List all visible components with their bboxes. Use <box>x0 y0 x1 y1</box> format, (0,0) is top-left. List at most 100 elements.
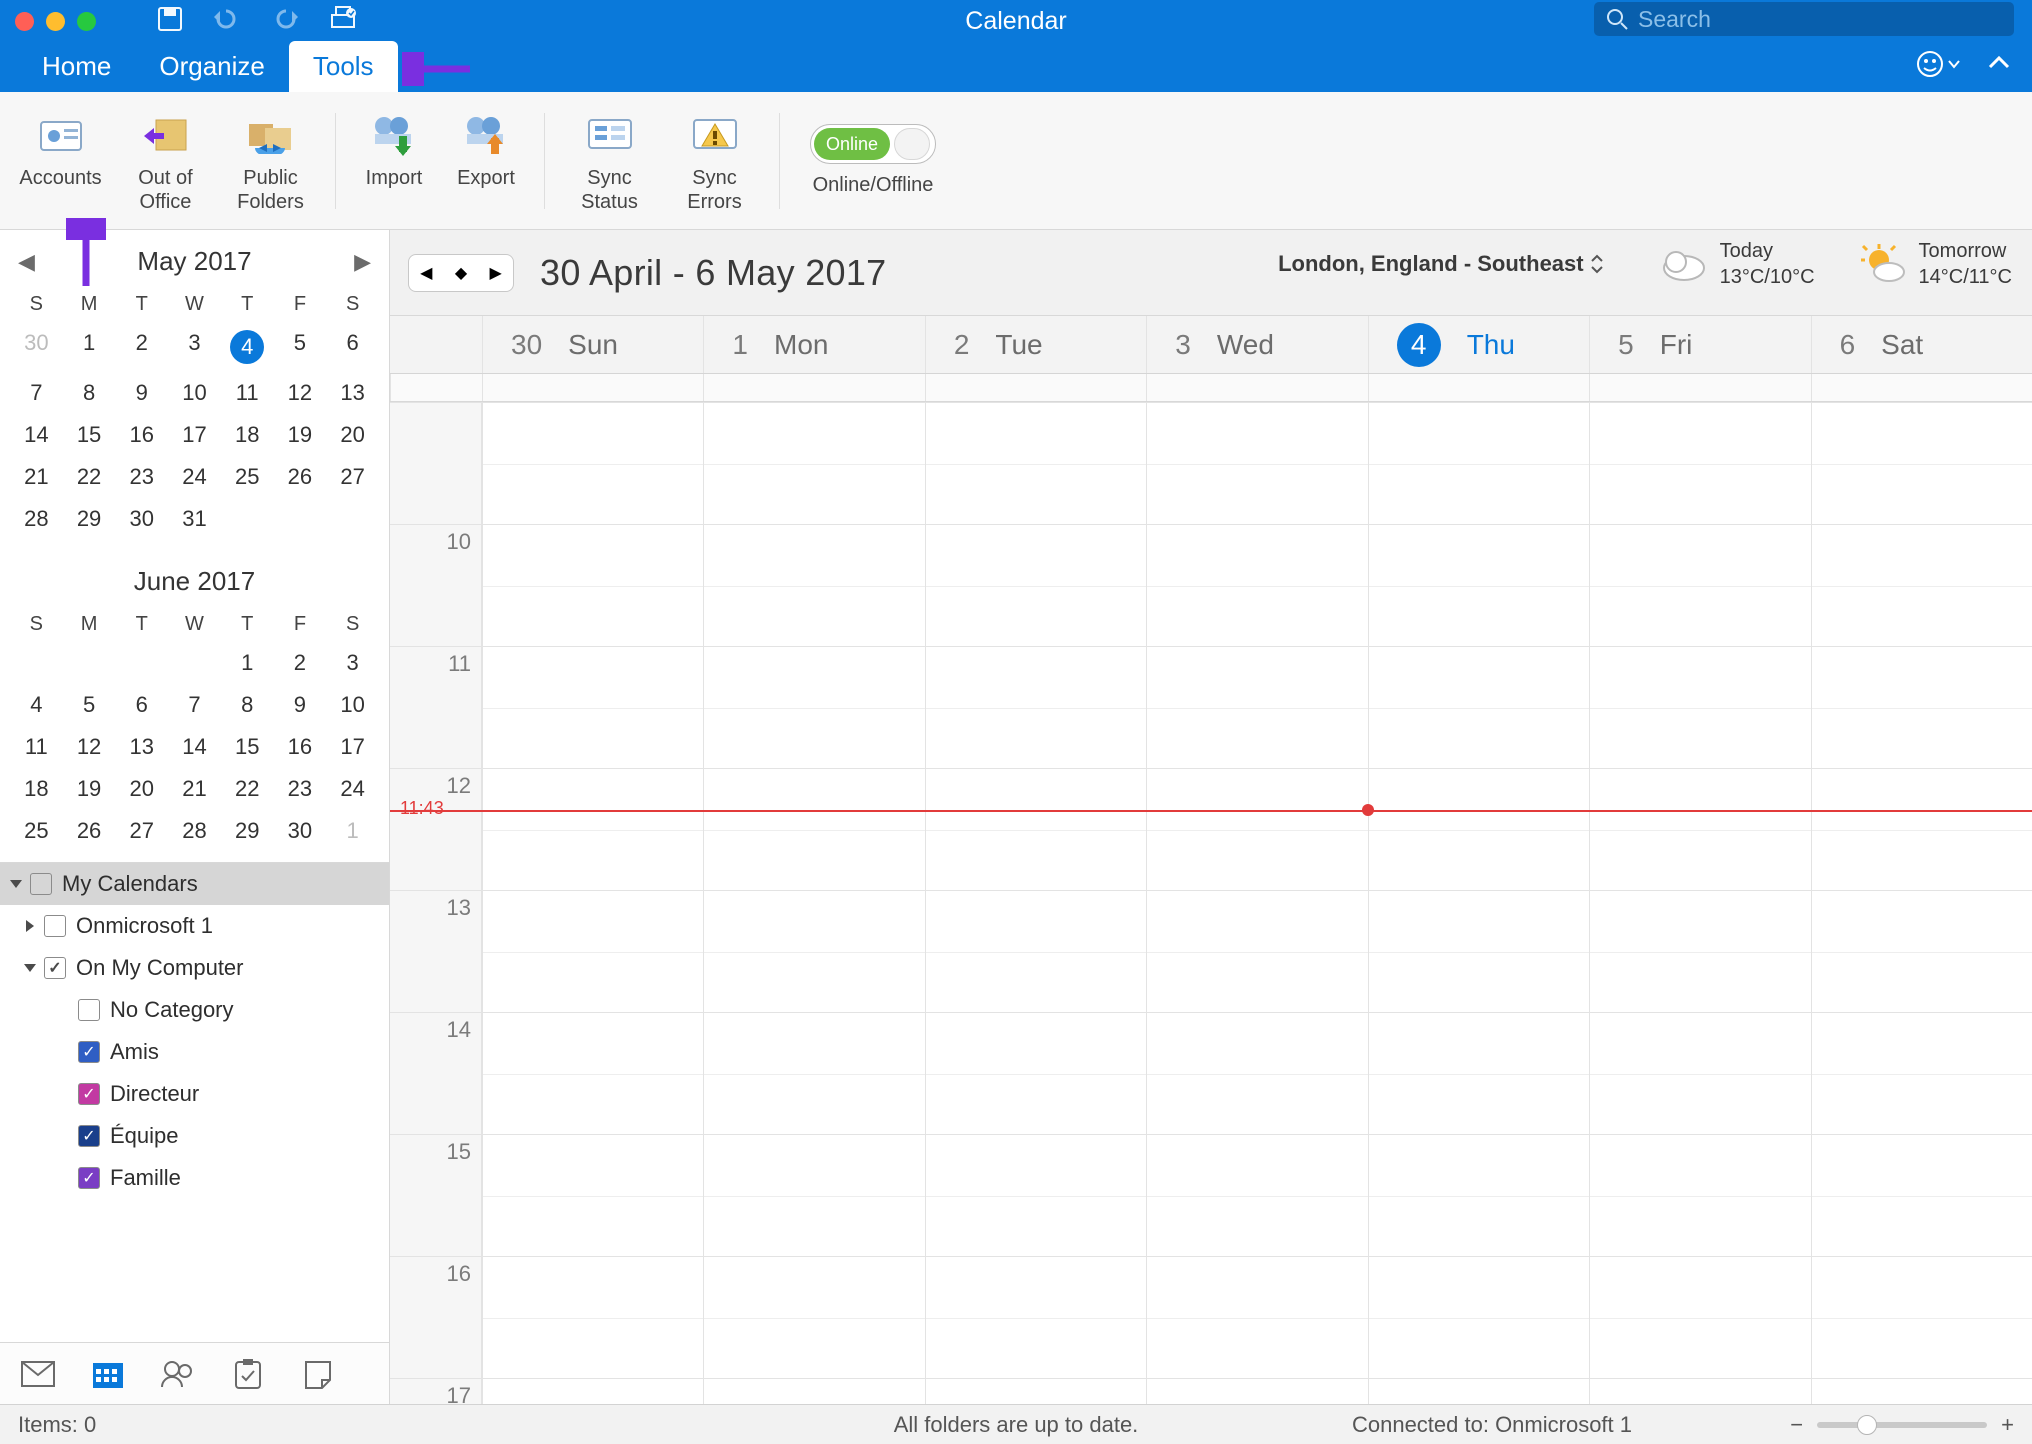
time-slot[interactable] <box>1368 646 1589 768</box>
date-cell[interactable] <box>221 498 274 540</box>
date-cell[interactable]: 4 <box>221 322 274 372</box>
time-slot[interactable] <box>1368 402 1589 524</box>
prev-week-icon[interactable]: ◀ <box>420 263 432 283</box>
day-header[interactable]: 6Sat <box>1811 316 2032 373</box>
time-slot[interactable] <box>703 402 924 524</box>
date-cell[interactable]: 6 <box>115 684 168 726</box>
time-slot[interactable] <box>1368 890 1589 1012</box>
redo-icon[interactable] <box>270 7 300 36</box>
time-slot[interactable] <box>1146 1378 1367 1404</box>
color-checkbox[interactable] <box>78 1125 100 1147</box>
time-slot[interactable] <box>482 1378 703 1404</box>
checkbox[interactable] <box>30 873 52 895</box>
time-slot[interactable] <box>925 1378 1146 1404</box>
time-slot[interactable] <box>1589 1012 1810 1134</box>
day-header[interactable]: 4Thu <box>1368 316 1589 373</box>
time-slot[interactable] <box>1589 524 1810 646</box>
time-slot[interactable] <box>1146 890 1367 1012</box>
zoom-slider[interactable] <box>1817 1422 1987 1428</box>
date-cell[interactable] <box>63 642 116 684</box>
checkbox[interactable] <box>44 957 66 979</box>
calendar-item[interactable]: No Category <box>0 989 389 1031</box>
date-cell[interactable]: 25 <box>10 810 63 852</box>
time-slot[interactable] <box>482 1134 703 1256</box>
time-slot[interactable] <box>1368 1378 1589 1404</box>
collapse-ribbon-icon[interactable] <box>1988 55 2010 74</box>
calendar-item[interactable]: Famille <box>0 1157 389 1199</box>
day-header[interactable]: 5Fri <box>1589 316 1810 373</box>
week-nav[interactable]: ◀ ◆ ▶ <box>408 254 514 292</box>
today-diamond-icon[interactable]: ◆ <box>455 263 467 283</box>
time-slot[interactable] <box>1811 524 2032 646</box>
date-cell[interactable]: 30 <box>10 322 63 372</box>
date-cell[interactable]: 10 <box>326 684 379 726</box>
date-cell[interactable] <box>115 642 168 684</box>
date-cell[interactable]: 11 <box>221 372 274 414</box>
time-slot[interactable] <box>1368 524 1589 646</box>
date-cell[interactable]: 21 <box>10 456 63 498</box>
date-cell[interactable]: 26 <box>63 810 116 852</box>
next-week-icon[interactable]: ▶ <box>489 263 501 283</box>
time-slot[interactable] <box>1368 1134 1589 1256</box>
date-cell[interactable]: 22 <box>221 768 274 810</box>
date-cell[interactable]: 20 <box>326 414 379 456</box>
date-cell[interactable]: 30 <box>115 498 168 540</box>
tab-home[interactable]: Home <box>18 41 135 92</box>
date-cell[interactable]: 22 <box>63 456 116 498</box>
date-cell[interactable]: 16 <box>115 414 168 456</box>
date-cell[interactable]: 8 <box>221 684 274 726</box>
time-slot[interactable] <box>482 890 703 1012</box>
time-slot[interactable] <box>1146 524 1367 646</box>
date-cell[interactable]: 7 <box>10 372 63 414</box>
save-icon[interactable] <box>156 5 184 38</box>
date-cell[interactable]: 26 <box>274 456 327 498</box>
color-checkbox[interactable] <box>78 1041 100 1063</box>
export-button[interactable]: Export <box>440 102 532 220</box>
time-slot[interactable] <box>925 1134 1146 1256</box>
time-slot[interactable] <box>1589 890 1810 1012</box>
date-cell[interactable] <box>10 642 63 684</box>
tree-on-my-computer[interactable]: On My Computer <box>0 947 389 989</box>
time-slot[interactable] <box>703 646 924 768</box>
time-slot[interactable] <box>1589 646 1810 768</box>
time-slot[interactable] <box>1146 1134 1367 1256</box>
sync-status-button[interactable]: Sync Status <box>557 102 662 220</box>
date-cell[interactable]: 21 <box>168 768 221 810</box>
date-cell[interactable]: 27 <box>115 810 168 852</box>
color-checkbox[interactable] <box>78 1167 100 1189</box>
time-slot[interactable] <box>1811 402 2032 524</box>
date-cell[interactable]: 27 <box>326 456 379 498</box>
date-cell[interactable]: 23 <box>115 456 168 498</box>
search-input[interactable] <box>1638 6 1934 33</box>
date-cell[interactable]: 4 <box>10 684 63 726</box>
zoom-in-icon[interactable]: + <box>2001 1412 2014 1438</box>
date-cell[interactable]: 9 <box>115 372 168 414</box>
date-cell[interactable]: 20 <box>115 768 168 810</box>
date-cell[interactable]: 29 <box>63 498 116 540</box>
time-slot[interactable] <box>925 646 1146 768</box>
time-slot[interactable] <box>1811 1012 2032 1134</box>
time-slot[interactable] <box>1146 646 1367 768</box>
time-slot[interactable] <box>1146 402 1367 524</box>
date-cell[interactable]: 24 <box>168 456 221 498</box>
date-cell[interactable]: 28 <box>168 810 221 852</box>
time-slot[interactable] <box>703 1134 924 1256</box>
import-button[interactable]: Import <box>348 102 440 220</box>
date-cell[interactable]: 13 <box>115 726 168 768</box>
date-cell[interactable]: 17 <box>326 726 379 768</box>
time-slot[interactable] <box>925 402 1146 524</box>
search-box[interactable] <box>1594 2 2014 36</box>
date-cell[interactable]: 9 <box>274 684 327 726</box>
time-slot[interactable] <box>925 1012 1146 1134</box>
print-icon[interactable] <box>328 5 358 38</box>
time-slot[interactable] <box>1589 768 1810 890</box>
time-slot[interactable] <box>1589 1256 1810 1378</box>
date-cell[interactable]: 29 <box>221 810 274 852</box>
time-slot[interactable] <box>1368 768 1589 890</box>
time-slot[interactable] <box>1368 1012 1589 1134</box>
day-header[interactable]: 3Wed <box>1146 316 1367 373</box>
calendar-item[interactable]: Directeur <box>0 1073 389 1115</box>
tree-onmicrosoft[interactable]: Onmicrosoft 1 <box>0 905 389 947</box>
color-checkbox[interactable] <box>78 999 100 1021</box>
minimize-window[interactable] <box>46 12 65 31</box>
